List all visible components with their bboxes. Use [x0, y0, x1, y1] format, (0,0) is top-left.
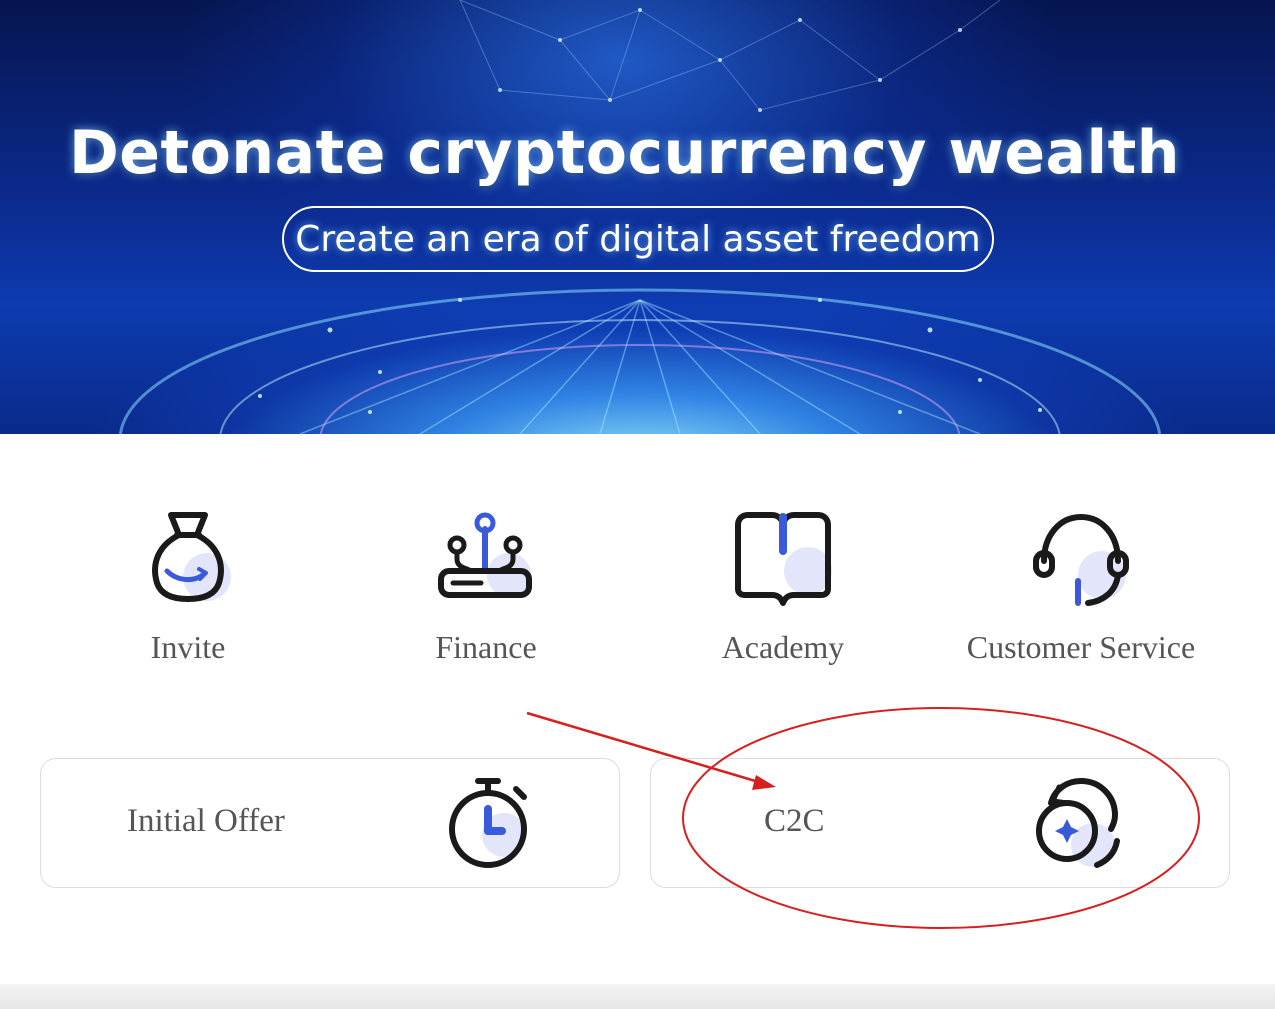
bottom-edge	[0, 984, 1275, 1009]
promo-banner[interactable]: Detonate cryptocurrency wealth Create an…	[0, 0, 1275, 434]
initial-offer-card[interactable]: Initial Offer	[40, 758, 620, 888]
shortcut-label: Customer Service	[966, 629, 1196, 665]
c2c-card[interactable]: C2C	[650, 758, 1230, 888]
page: Detonate cryptocurrency wealth Create an…	[0, 0, 1275, 1009]
card-label: C2C	[764, 803, 825, 839]
banner-subtitle: Create an era of digital asset freedom	[282, 206, 994, 272]
shortcut-label: Academy	[721, 629, 845, 665]
coin-exchange-icon	[1021, 769, 1131, 879]
shortcut-academy[interactable]: Academy	[633, 505, 933, 680]
banner-title: Detonate cryptocurrency wealth	[69, 118, 1180, 188]
finance-nodes-icon	[431, 505, 541, 615]
shortcut-finance[interactable]: Finance	[336, 505, 636, 680]
stopwatch-icon	[436, 769, 546, 879]
shortcut-label: Finance	[435, 629, 537, 665]
open-book-icon	[728, 505, 838, 615]
headset-icon	[1026, 505, 1136, 615]
shortcut-customer-service[interactable]: Customer Service	[931, 505, 1231, 680]
shortcut-invite[interactable]: Invite	[38, 505, 338, 680]
shortcut-label: Invite	[150, 629, 226, 665]
card-label: Initial Offer	[127, 803, 285, 839]
money-bag-icon	[133, 505, 243, 615]
